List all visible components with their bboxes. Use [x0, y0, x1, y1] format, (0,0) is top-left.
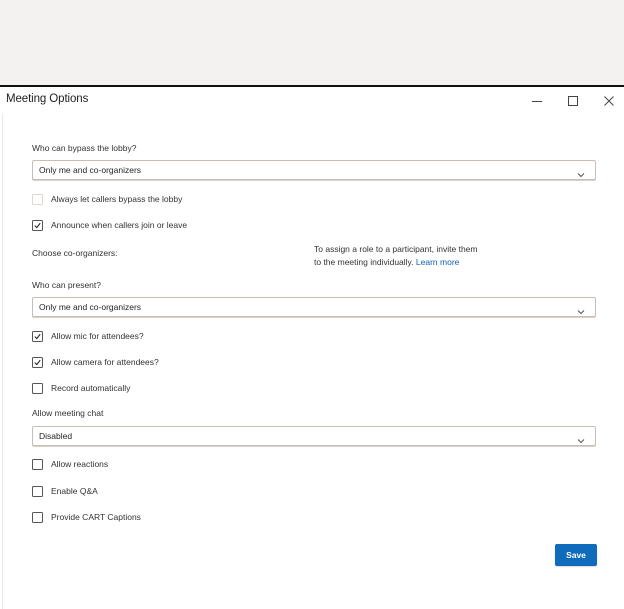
window-title: Meeting Options	[6, 93, 89, 105]
checkbox-label: Enable Q&A	[51, 486, 98, 496]
minimize-icon	[531, 95, 543, 107]
checkmark-icon	[34, 359, 41, 365]
co-organizers-label: Choose co-organizers:	[32, 248, 118, 258]
learn-more-link[interactable]: Learn more	[416, 257, 459, 267]
record-automatically-checkbox[interactable]	[32, 382, 43, 394]
co-organizers-info: To assign a role to a participant, invit…	[314, 243, 484, 269]
checkbox-row-allow-mic[interactable]: Allow mic for attendees?	[32, 330, 144, 342]
present-dropdown[interactable]: Only me and co-organizers	[32, 297, 596, 317]
maximize-button[interactable]	[564, 92, 582, 110]
close-button[interactable]	[600, 92, 618, 110]
checkbox-row-enable-qa[interactable]: Enable Q&A	[32, 485, 98, 497]
chat-dropdown-value: Disabled	[39, 431, 73, 441]
save-button[interactable]: Save	[555, 544, 597, 566]
checkbox-row-cart-captions[interactable]: Provide CART Captions	[32, 511, 141, 523]
chevron-down-icon	[577, 432, 585, 450]
close-icon	[603, 95, 615, 107]
announce-callers-checkbox[interactable]	[32, 219, 43, 231]
background-area	[0, 0, 624, 85]
checkmark-icon	[34, 222, 41, 228]
lobby-label: Who can bypass the lobby?	[32, 143, 137, 153]
chat-dropdown[interactable]: Disabled	[32, 426, 596, 446]
minimize-button[interactable]	[528, 92, 546, 110]
checkbox-row-record-automatically[interactable]: Record automatically	[32, 382, 130, 394]
checkbox-label: Allow reactions	[51, 459, 109, 469]
chevron-down-icon	[577, 166, 585, 184]
chat-label: Allow meeting chat	[32, 408, 104, 418]
allow-camera-checkbox[interactable]	[32, 356, 43, 368]
checkbox-label: Always let callers bypass the lobby	[51, 194, 183, 204]
checkmark-icon	[34, 333, 41, 339]
allow-mic-checkbox[interactable]	[32, 330, 43, 342]
cart-captions-checkbox[interactable]	[32, 511, 43, 523]
checkbox-row-announce-callers[interactable]: Announce when callers join or leave	[32, 219, 187, 231]
callers-bypass-checkbox[interactable]	[32, 193, 43, 205]
panel-edge	[2, 115, 3, 609]
checkbox-row-allow-reactions[interactable]: Allow reactions	[32, 458, 108, 470]
lobby-dropdown[interactable]: Only me and co-organizers	[32, 160, 596, 180]
checkbox-label: Allow mic for attendees?	[51, 331, 144, 341]
lobby-dropdown-value: Only me and co-organizers	[39, 165, 142, 175]
allow-reactions-checkbox[interactable]	[32, 458, 43, 470]
present-dropdown-value: Only me and co-organizers	[39, 302, 142, 312]
window-top-border	[0, 85, 624, 87]
checkbox-label: Record automatically	[51, 383, 131, 393]
enable-qa-checkbox[interactable]	[32, 485, 43, 497]
maximize-icon	[567, 95, 579, 107]
checkbox-row-callers-bypass[interactable]: Always let callers bypass the lobby	[32, 193, 182, 205]
checkbox-label: Allow camera for attendees?	[51, 357, 159, 367]
chevron-down-icon	[577, 303, 585, 321]
checkbox-row-allow-camera[interactable]: Allow camera for attendees?	[32, 356, 159, 368]
present-label: Who can present?	[32, 280, 101, 290]
checkbox-label: Announce when callers join or leave	[51, 220, 188, 230]
checkbox-label: Provide CART Captions	[51, 512, 141, 522]
